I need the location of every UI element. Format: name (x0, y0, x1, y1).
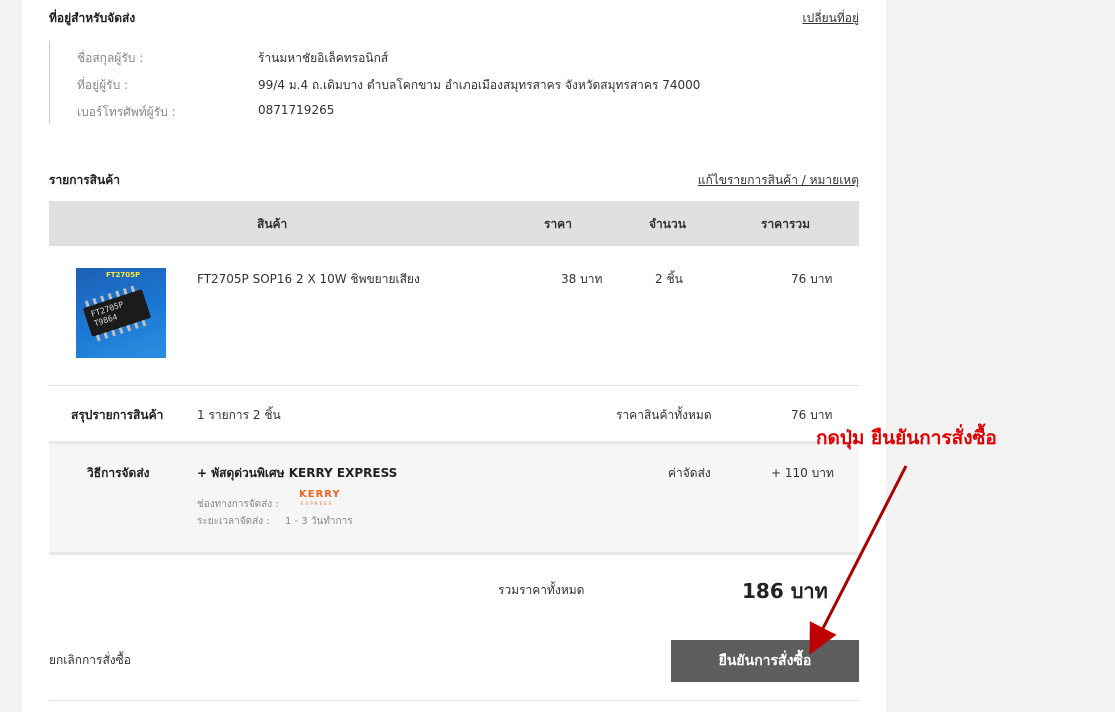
annotation-arrow (809, 465, 908, 655)
